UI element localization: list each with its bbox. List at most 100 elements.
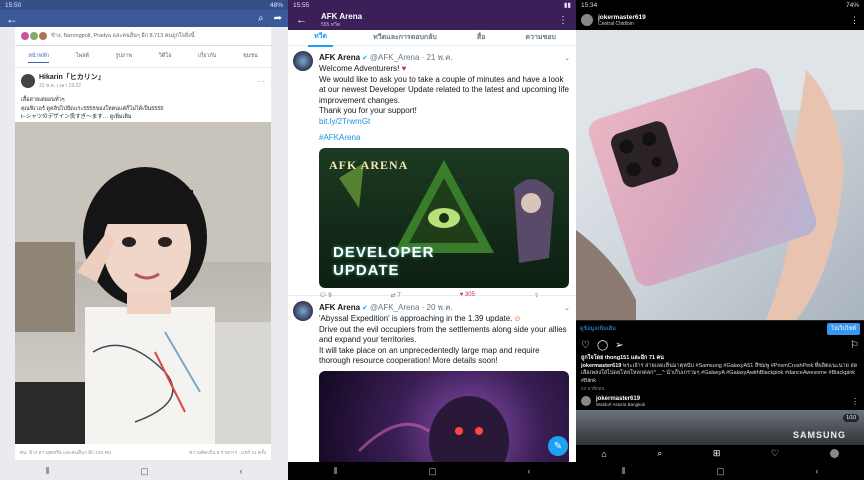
avatar[interactable] (293, 51, 313, 71)
avatar[interactable] (581, 14, 593, 26)
reactions-summary[interactable]: ศน, ข้าง สาวสุดหรือ และคนอื่นๆ อีก 230 ค… (20, 449, 111, 457)
recent-apps-icon[interactable]: ⦀ (45, 466, 49, 477)
status-bar: 15:50 48% (0, 0, 288, 10)
heart-eyes-emoji-icon: ♥ (399, 64, 407, 73)
heart-icon[interactable]: ♡ (581, 340, 590, 351)
avatar[interactable] (21, 74, 35, 88)
home-icon[interactable]: ▢ (716, 466, 725, 477)
caption-username[interactable]: jokermaster619 (581, 363, 621, 369)
status-time: 15:55 (293, 1, 310, 9)
retweet-button[interactable]: ⇄ 7 (391, 292, 401, 299)
likes-summary[interactable]: ถูกใจโดย thong151 และอีก 71 คน (581, 355, 861, 363)
back-icon[interactable]: ‹ (240, 466, 243, 476)
share-icon[interactable]: ➦ (274, 13, 282, 24)
twitter-pane: 15:55 ▮▮ ← AFK Arena 555 ทวีต ⋮ ทวีต ทวี… (288, 0, 576, 480)
tweet-handle: @AFK_Arena · 20 พ.ค. (369, 303, 453, 312)
send-icon[interactable]: ➢ (615, 340, 850, 351)
signal-icon: ▮▮ (563, 2, 571, 9)
post-photo[interactable] (15, 122, 271, 444)
more-options-icon[interactable]: ⋮ (851, 397, 859, 406)
more-options-icon[interactable]: ⋮ (558, 15, 568, 26)
instagram-pane: 15:34 74% jokermaster619 Central Chidlom… (576, 0, 864, 480)
tweet-count: 555 ทวีต (321, 21, 341, 28)
battery-level: 48% (269, 1, 283, 9)
status-time: 15:34 (581, 1, 598, 9)
back-icon[interactable]: ← (6, 12, 18, 26)
tab-media[interactable]: สื่อ (477, 32, 485, 43)
post-location[interactable]: Waldorf Astoria Bangkok (596, 402, 851, 407)
facebook-header: ← ⌕ ➦ (0, 10, 288, 27)
tweet-line: 'Abyssal Expedition' is approaching in t… (319, 314, 513, 323)
comments-shares[interactable]: ความคิดเห็น 6 รายการ · แชร์ 11 ครั้ง (189, 449, 266, 457)
tweet-hashtag[interactable]: #AFKArena (319, 133, 570, 144)
instagram-tab-bar: ⌂ ⌕ ⊞ ♡ (576, 445, 864, 462)
post-time: 31 พ.ค. เวลา 19:22 (39, 83, 82, 89)
home-icon[interactable]: ▢ (428, 466, 437, 477)
tab-tweets[interactable]: ทวีต (308, 28, 334, 47)
tweet-author[interactable]: AFK Arena (319, 303, 360, 312)
selfie-photo (15, 122, 271, 444)
tab-photos[interactable]: รูปภาพ (115, 52, 132, 63)
back-icon[interactable]: ‹ (528, 466, 531, 476)
post-author[interactable]: Hikarin「ヒカリン」 (39, 72, 257, 82)
tab-about[interactable]: เกี่ยวกับ (198, 52, 216, 63)
tab-posts[interactable]: โพสต์ (75, 52, 89, 63)
chevron-down-icon[interactable]: ⌄ (564, 54, 570, 62)
tab-home[interactable]: หน้าหลัก (28, 52, 50, 63)
post-username[interactable]: jokermaster619 (598, 14, 850, 21)
like-count: 305 (464, 291, 475, 298)
like-button[interactable]: ♥ 305 (460, 292, 475, 299)
post-text-line: คุณฟิเวอร์ ดูคลิปไปปัดแระ5555ของใหคนแต่ก… (21, 105, 164, 112)
tab-likes[interactable]: ความชอบ (525, 32, 556, 43)
avatar[interactable] (293, 301, 313, 321)
tweet-text-line: It will take place on an unprecedentedly… (319, 345, 540, 366)
reply-count: 9 (328, 292, 332, 299)
recent-apps-icon[interactable]: ⦀ (333, 466, 337, 477)
activity-heart-icon[interactable]: ♡ (771, 448, 779, 459)
more-options-icon[interactable]: ⋮ (850, 15, 859, 26)
profile-avatar-icon[interactable] (829, 449, 839, 458)
tab-tweets-replies[interactable]: ทวีตและการตอบกลับ (373, 32, 437, 43)
tweet-media-image[interactable]: AFK ARENA DEVELOPER UPDATE (319, 147, 569, 288)
fire-emoji-icon: 🔥︎ (512, 314, 521, 323)
avatar[interactable] (581, 396, 591, 406)
search-icon[interactable]: ⌕ (258, 13, 264, 24)
reply-button[interactable]: 💬︎ 9 (319, 292, 332, 299)
tab-videos[interactable]: วิดีโอ (159, 52, 172, 63)
compose-tweet-button[interactable]: ✎ (548, 436, 568, 456)
home-icon[interactable]: ▢ (140, 466, 149, 477)
profile-header: ← AFK Arena 555 ทวีต ⋮ (288, 10, 576, 30)
avatar (21, 32, 29, 40)
tab-community[interactable]: ชุมชน (243, 52, 258, 63)
android-nav-bar: ⦀ ▢ ‹ (576, 462, 864, 480)
home-icon[interactable]: ⌂ (601, 449, 606, 459)
recent-apps-icon[interactable]: ⦀ (621, 466, 625, 477)
post-photo[interactable] (576, 30, 864, 320)
chevron-down-icon[interactable]: ⌄ (564, 304, 570, 312)
share-icon[interactable]: ⇪ (534, 292, 539, 299)
back-icon[interactable]: ← (296, 14, 307, 26)
tweet-handle: @AFK_Arena · 21 พ.ค. (369, 53, 453, 62)
post-location[interactable]: Central Chidlom (598, 21, 850, 27)
visit-website-button[interactable]: ไปเว็บไซต์ (827, 322, 860, 335)
tweet-text-line: Thank you for your support! (319, 106, 417, 115)
bookmark-icon[interactable]: ⚐ (850, 340, 859, 351)
more-options-icon[interactable]: ··· (257, 77, 265, 86)
more-info-link[interactable]: ดูข้อมูลเพิ่มเติม (580, 325, 616, 333)
next-post-header: jokermaster619 Waldorf Astoria Bangkok ⋮ (581, 393, 859, 409)
tweet-line: Welcome Adventurers! (319, 64, 400, 73)
tweet[interactable]: AFK Arena ✔ @AFK_Arena · 21 พ.ค. ⌄ Welco… (288, 46, 576, 299)
retweet-count: 7 (397, 292, 401, 299)
battery-level: 74% (845, 1, 859, 9)
comment-icon[interactable]: ◯ (597, 340, 608, 351)
verified-icon: ✔ (362, 304, 368, 312)
game-logo: AFK ARENA (329, 157, 409, 172)
page-tabs: หน้าหลัก โพสต์ รูปภาพ วิดีโอ เกี่ยวกับ ช… (15, 45, 271, 63)
tweet-author[interactable]: AFK Arena (319, 53, 360, 62)
new-post-icon[interactable]: ⊞ (713, 448, 721, 459)
next-post-photo[interactable]: 1/10 SAMSUNG (576, 410, 864, 445)
back-icon[interactable]: ‹ (816, 466, 819, 476)
tweet-link[interactable]: bit.ly/2TrwmGt (319, 117, 570, 128)
tweet[interactable]: AFK Arena ✔ @AFK_Arena · 20 พ.ค. ⌄ 'Abys… (288, 296, 576, 480)
search-icon[interactable]: ⌕ (657, 448, 662, 459)
